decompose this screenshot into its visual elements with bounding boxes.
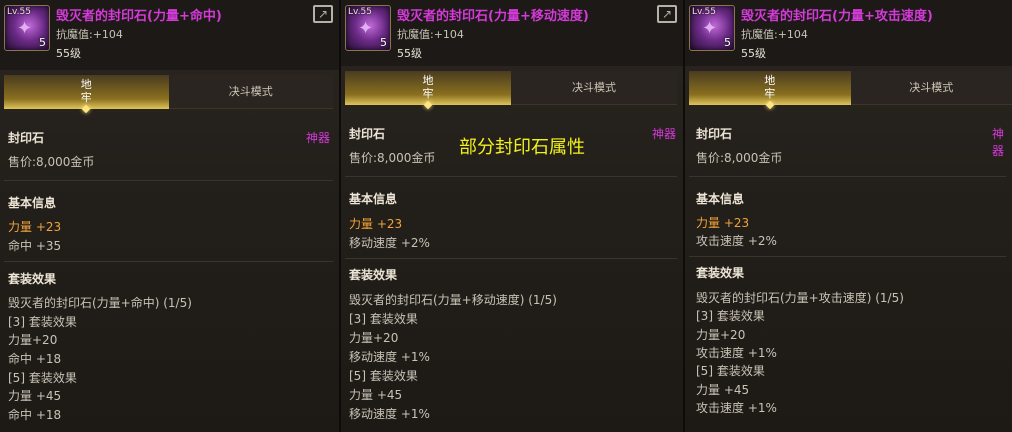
tooltip-header: Lv.55 ✦ 5 毁灭者的封印石(力量+移动速度) 抗魔值:+104 55级 … xyxy=(341,0,683,66)
mode-tabs: 地 牢 决斗模式 xyxy=(689,71,1012,105)
icon-stack-count: 5 xyxy=(39,36,46,49)
share-icon[interactable]: ↗ xyxy=(657,5,677,23)
item-category: 封印石 xyxy=(8,131,45,145)
seal-glyph-icon: ✦ xyxy=(17,18,33,39)
item-level: 55级 xyxy=(397,47,422,60)
divider xyxy=(345,258,677,259)
set-line: 移动速度 +1% xyxy=(349,350,430,364)
basic-stat-2: 移动速度 +2% xyxy=(349,236,430,250)
tooltip-panel-3: Lv.55 ✦ 5 毁灭者的封印石(力量+攻击速度) 抗魔值:+104 55级 … xyxy=(685,0,1012,432)
icon-level: Lv.55 xyxy=(7,7,31,17)
item-level: 55级 xyxy=(741,47,766,60)
set-effect-title: 套装效果 xyxy=(8,272,57,286)
set-line: 毁灭者的封印石(力量+命中) (1/5) xyxy=(8,296,192,310)
set-effect-title: 套装效果 xyxy=(696,266,745,280)
basic-info-title: 基本信息 xyxy=(696,192,745,206)
seal-glyph-icon: ✦ xyxy=(358,18,374,39)
set-line: [3] 套装效果 xyxy=(349,312,418,326)
item-name: 毁灭者的封印石(力量+移动速度) xyxy=(397,9,589,24)
tooltip-header: Lv.55 ✦ 5 毁灭者的封印石(力量+攻击速度) 抗魔值:+104 55级 xyxy=(685,0,1012,66)
set-line: 命中 +18 xyxy=(8,408,62,422)
set-line: 力量 +45 xyxy=(696,383,750,397)
divider xyxy=(689,176,1006,177)
set-line: 命中 +18 xyxy=(8,352,62,366)
item-name: 毁灭者的封印石(力量+攻击速度) xyxy=(741,9,933,24)
rarity-label: 神器 xyxy=(306,131,331,145)
set-effect-title: 套装效果 xyxy=(349,268,398,282)
seal-glyph-icon: ✦ xyxy=(702,18,718,39)
set-line: 力量 +45 xyxy=(349,388,403,402)
divider xyxy=(345,176,677,177)
set-line: 力量+20 xyxy=(696,328,746,342)
basic-info-title: 基本信息 xyxy=(349,192,398,206)
tab-dungeon[interactable]: 地 牢 xyxy=(4,75,169,109)
basic-stat-2: 命中 +35 xyxy=(8,239,62,253)
mode-tabs: 地 牢 决斗模式 xyxy=(345,71,677,105)
seal-stone-icon: Lv.55 ✦ 5 xyxy=(345,5,391,51)
item-level: 55级 xyxy=(56,47,81,60)
tab-duel[interactable]: 决斗模式 xyxy=(168,75,333,109)
set-line: 移动速度 +1% xyxy=(349,407,430,421)
icon-level: Lv.55 xyxy=(692,7,716,17)
basic-stat-strength: 力量 +23 xyxy=(8,220,62,234)
tooltip-panel-1: Lv.55 ✦ 5 毁灭者的封印石(力量+命中) 抗魔值:+104 55级 ↗ … xyxy=(0,0,341,432)
basic-info-title: 基本信息 xyxy=(8,196,57,210)
rarity-label: 神器 xyxy=(652,127,677,141)
icon-stack-count: 5 xyxy=(380,36,387,49)
item-magic-resist: 抗魔值:+104 xyxy=(741,28,808,41)
set-line: [5] 套装效果 xyxy=(349,369,418,383)
mode-tabs: 地 牢 决斗模式 xyxy=(4,75,333,109)
rarity-label: 神器 xyxy=(992,127,1005,158)
divider xyxy=(689,256,1006,257)
seal-stone-icon: Lv.55 ✦ 5 xyxy=(689,5,735,51)
icon-stack-count: 5 xyxy=(724,36,731,49)
sell-price: 售价:8,000金币 xyxy=(349,151,436,165)
set-line: 攻击速度 +1% xyxy=(696,346,777,360)
basic-stat-strength: 力量 +23 xyxy=(696,216,750,230)
tab-duel[interactable]: 决斗模式 xyxy=(850,71,1012,105)
set-line: [5] 套装效果 xyxy=(696,364,765,378)
set-line: 力量+20 xyxy=(349,331,399,345)
sell-price: 售价:8,000金币 xyxy=(8,155,95,169)
item-name: 毁灭者的封印石(力量+命中) xyxy=(56,9,222,24)
icon-level: Lv.55 xyxy=(348,7,372,17)
seal-stone-icon: Lv.55 ✦ 5 xyxy=(4,5,50,51)
sell-price: 售价:8,000金币 xyxy=(696,151,783,165)
item-magic-resist: 抗魔值:+104 xyxy=(56,28,123,41)
tab-duel[interactable]: 决斗模式 xyxy=(511,71,677,105)
set-line: 攻击速度 +1% xyxy=(696,401,777,415)
divider xyxy=(4,261,333,262)
set-line: 力量+20 xyxy=(8,333,58,347)
divider xyxy=(4,180,333,181)
set-line: 毁灭者的封印石(力量+移动速度) (1/5) xyxy=(349,293,557,307)
overlay-caption: 部分封印石属性 xyxy=(459,137,585,158)
tooltip-header: Lv.55 ✦ 5 毁灭者的封印石(力量+命中) 抗魔值:+104 55级 ↗ xyxy=(0,0,339,70)
set-line: [5] 套装效果 xyxy=(8,371,77,385)
item-category: 封印石 xyxy=(349,127,386,141)
share-icon[interactable]: ↗ xyxy=(313,5,333,23)
basic-stat-2: 攻击速度 +2% xyxy=(696,234,777,248)
set-line: [3] 套装效果 xyxy=(8,315,77,329)
set-line: 毁灭者的封印石(力量+攻击速度) (1/5) xyxy=(696,291,904,305)
tab-dungeon[interactable]: 地 牢 xyxy=(345,71,511,105)
tab-dungeon[interactable]: 地 牢 xyxy=(689,71,851,105)
item-magic-resist: 抗魔值:+104 xyxy=(397,28,464,41)
tooltip-panel-2: Lv.55 ✦ 5 毁灭者的封印石(力量+移动速度) 抗魔值:+104 55级 … xyxy=(341,0,685,432)
item-category: 封印石 xyxy=(696,127,733,141)
set-line: [3] 套装效果 xyxy=(696,309,765,323)
basic-stat-strength: 力量 +23 xyxy=(349,217,403,231)
set-line: 力量 +45 xyxy=(8,389,62,403)
